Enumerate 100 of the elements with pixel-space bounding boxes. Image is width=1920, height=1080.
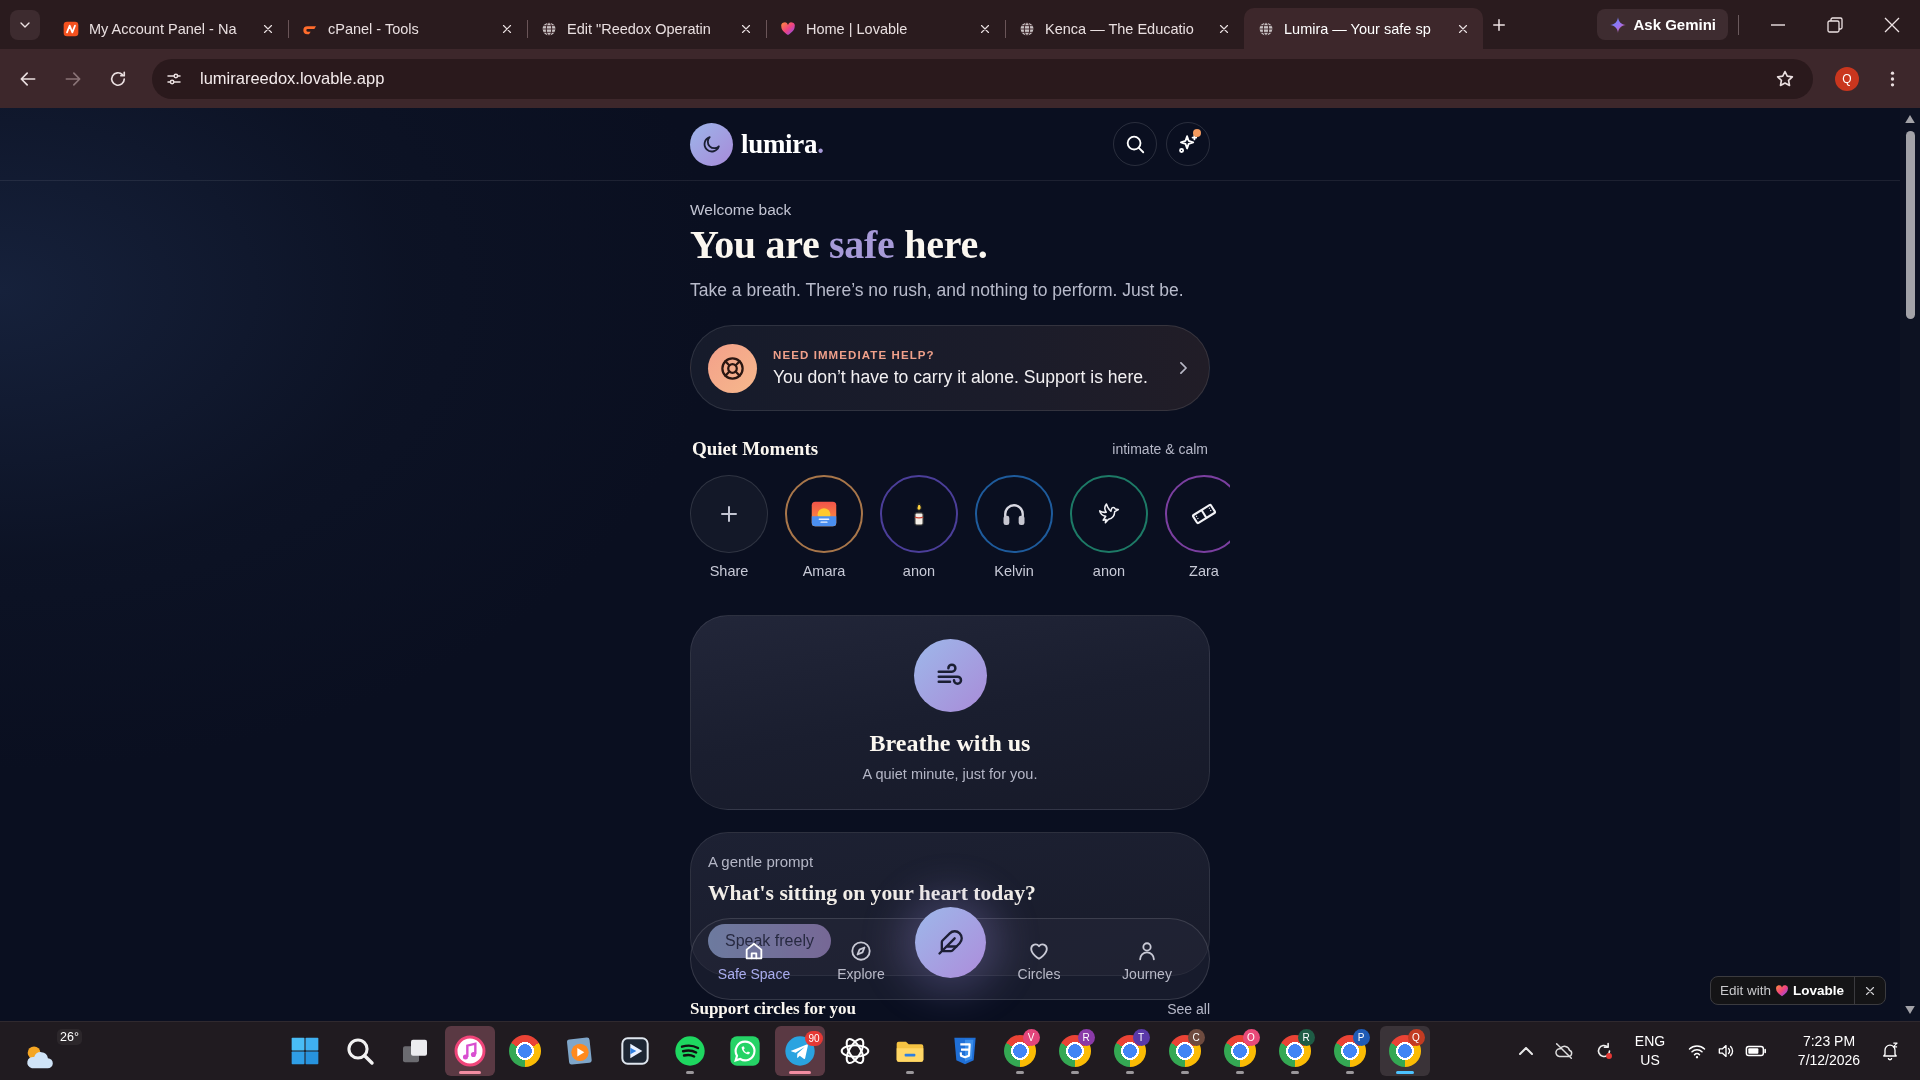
help-eyebrow: NEED IMMEDIATE HELP? <box>773 348 936 362</box>
music-note-icon <box>453 1035 486 1067</box>
edit-with-link[interactable]: Edit with Lovable <box>1710 983 1854 998</box>
minimize-icon <box>1770 23 1785 26</box>
app-indicator <box>1125 1071 1134 1074</box>
taskbar-app[interactable]: R <box>1269 1026 1320 1076</box>
phone-bubble-icon <box>728 1035 761 1067</box>
cloud-off-icon <box>1553 1040 1575 1062</box>
taskbar-app[interactable]: Q <box>1379 1026 1430 1076</box>
breathe-text: A quiet minute, just for you. <box>862 765 1038 784</box>
search-icon <box>1124 133 1146 155</box>
sparkles-icon <box>1177 133 1199 155</box>
clock-button[interactable]: 7:23 PM 7/12/2026 <box>1786 1029 1872 1073</box>
app-indicator <box>1070 1071 1079 1074</box>
prompt-question: What's sitting on your heart today? <box>708 880 1036 907</box>
chevron-up-icon <box>1519 1047 1533 1055</box>
zigzag-tile-icon <box>63 20 79 37</box>
play-square-icon <box>618 1035 651 1067</box>
app-indicator <box>1235 1071 1244 1074</box>
app-indicator <box>788 1071 811 1074</box>
ask-gemini-button[interactable]: Ask Gemini <box>1597 9 1728 40</box>
user-icon <box>1136 940 1158 962</box>
app-indicator <box>1345 1071 1354 1074</box>
lifebuoy-icon <box>708 343 757 393</box>
welcome-text: Welcome back <box>690 200 793 220</box>
moment-label: Kelvin <box>994 562 1034 580</box>
scroll-up-icon[interactable] <box>1905 115 1915 123</box>
nav-tab[interactable]: Explore <box>837 940 885 984</box>
star-icon <box>1775 68 1795 89</box>
heart-logo-icon <box>1775 983 1789 998</box>
section-title: Quiet Moments <box>692 437 819 461</box>
moment-label: Zara <box>1189 562 1219 580</box>
browser-tab[interactable]: Lumira — Your safe sp <box>1244 8 1483 49</box>
browser-icon <box>1113 1035 1146 1067</box>
chevron-right-icon <box>1180 362 1187 374</box>
address-field[interactable]: lumirareedox.lovable.app <box>152 58 1813 99</box>
moment-label: anon <box>902 562 936 580</box>
browser-icon <box>508 1035 541 1067</box>
prompt-eyebrow: A gentle prompt <box>708 853 814 871</box>
browser-icon <box>1333 1035 1366 1067</box>
browser-tab[interactable]: Kenca — The Educatio <box>1005 8 1244 49</box>
globe-icon <box>1258 20 1274 37</box>
taskbar-app[interactable]: O <box>1214 1026 1265 1076</box>
close-icon <box>1883 16 1900 33</box>
section-title: Support circles for you <box>690 1000 857 1018</box>
browser-icon <box>1278 1035 1311 1067</box>
taskbar-app[interactable]: 90 <box>774 1026 825 1076</box>
tab-list-button[interactable] <box>10 9 40 40</box>
app-indicator <box>1015 1071 1024 1074</box>
brand-name: lumira. <box>741 128 824 160</box>
taskbar-app[interactable]: C <box>1159 1026 1210 1076</box>
scrollbar-thumb[interactable] <box>1905 131 1915 319</box>
globe-icon <box>1019 20 1035 37</box>
see-all-link[interactable]: See all <box>1167 1001 1210 1018</box>
browser-tab[interactable]: Edit "Reedox Operatin <box>527 8 766 49</box>
app-indicator <box>458 1071 481 1074</box>
restore-icon <box>1826 16 1843 33</box>
temperature: 26° <box>57 1029 82 1045</box>
taskbar-app[interactable]: R <box>1049 1026 1100 1076</box>
notification-bell-icon <box>1880 1041 1900 1061</box>
moment-label: Share <box>709 562 749 580</box>
heart-logo-icon <box>780 20 796 37</box>
sunrise-picture-icon <box>810 500 838 528</box>
browser-tab[interactable]: My Account Panel - Na <box>49 8 288 49</box>
breathe-card[interactable]: Breathe with us A quiet minute, just for you. <box>690 615 1210 810</box>
taskbar-app[interactable]: V <box>994 1026 1045 1076</box>
taskbar-app[interactable]: P <box>1324 1026 1375 1076</box>
app-indicator <box>1290 1071 1299 1074</box>
browser-icon <box>1058 1035 1091 1067</box>
browser-tab[interactable]: cPanel - Tools <box>288 8 527 49</box>
nav-tab[interactable]: Journey <box>1122 940 1172 984</box>
moment-label: anon <box>1092 562 1126 580</box>
taskbar-app[interactable]: T <box>1104 1026 1155 1076</box>
profile-avatar[interactable]: Q <box>1835 66 1859 91</box>
feather-icon <box>936 928 964 957</box>
nav-tab[interactable]: Circles <box>1017 940 1061 984</box>
moment-label: Amara <box>802 562 846 580</box>
app-indicator <box>1180 1071 1189 1074</box>
atom-icon <box>838 1035 871 1067</box>
help-card[interactable]: NEED IMMEDIATE HELP? You don’t have to carry it alone. Support is here. <box>690 325 1210 411</box>
browser-icon <box>1003 1035 1036 1067</box>
app-indicator <box>685 1071 694 1074</box>
compass-icon <box>850 940 872 962</box>
intro-text: Take a breath. There’s no rush, and nothing to perform. Just be. <box>690 279 1185 302</box>
sound-arcs-icon <box>673 1035 706 1067</box>
browser-tab[interactable]: Home | Lovable <box>766 8 1005 49</box>
input-language-button[interactable]: ENG US <box>1624 1029 1676 1073</box>
browser-icon <box>1223 1035 1256 1067</box>
scroll-down-icon[interactable] <box>1905 1006 1915 1014</box>
section-note: intimate & calm <box>1112 441 1208 457</box>
weather-button[interactable]: 26° <box>18 1028 84 1074</box>
moon-logo-icon <box>690 122 733 166</box>
browser-icon <box>1388 1035 1421 1067</box>
taskbar-app[interactable] <box>444 1026 495 1076</box>
heart-icon <box>1028 940 1050 962</box>
app-indicator <box>1395 1071 1414 1074</box>
browser-icon <box>1168 1035 1201 1067</box>
more-vertical-icon <box>1889 69 1895 88</box>
globe-icon <box>541 20 557 37</box>
breathe-title: Breathe with us <box>869 729 1031 757</box>
